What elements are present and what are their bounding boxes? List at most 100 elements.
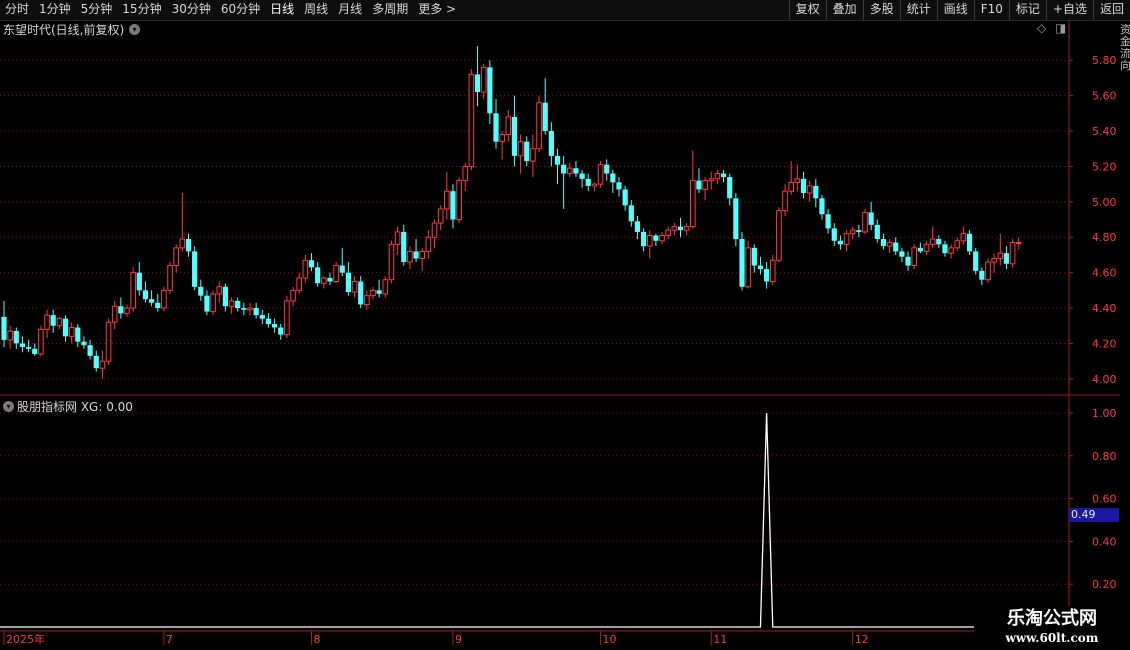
candle: [505, 109, 512, 142]
candle-body-up: [210, 293, 216, 313]
candle-body-up: [769, 259, 776, 282]
candle-body-down: [358, 281, 364, 305]
candle-body-down: [641, 231, 647, 247]
candle: [567, 162, 573, 178]
candle-body-up: [849, 229, 856, 235]
candle-body-down: [622, 189, 628, 206]
candle: [806, 180, 813, 202]
candle-body-down: [62, 318, 69, 337]
candle-body-up: [468, 73, 475, 167]
candle: [192, 246, 198, 291]
candle-body-down: [905, 256, 911, 266]
candle: [87, 339, 93, 360]
candle-body-down: [259, 315, 265, 319]
candle-body-down: [696, 180, 702, 190]
candle: [862, 208, 868, 234]
candle: [745, 240, 751, 289]
candle: [511, 95, 518, 167]
candle-body-down: [733, 198, 739, 240]
candle: [99, 350, 106, 379]
candle-body-up: [1009, 242, 1016, 265]
candle: [265, 313, 272, 328]
candle-body-down: [450, 191, 456, 220]
price-tick-label: 5.40: [1092, 125, 1117, 138]
candle: [966, 230, 973, 255]
candle-body-up: [167, 265, 173, 291]
candle-body-up: [671, 226, 678, 231]
candle: [444, 171, 450, 220]
candle: [991, 253, 997, 273]
candle: [923, 240, 930, 255]
candle: [173, 244, 179, 273]
candle: [210, 290, 216, 316]
candle-body-up: [431, 222, 438, 238]
candle-body-down: [524, 141, 530, 162]
candle-body-down: [315, 267, 321, 284]
candle: [1009, 239, 1016, 268]
candle-body-down: [764, 269, 770, 282]
candle-body-down: [837, 240, 843, 245]
chart-area[interactable]: 5.80 5.60 5.40 5.20 5.00 4.80 4.60 4.40 4.20 4.00…: [0, 0, 1130, 650]
candle-body-up: [690, 180, 696, 228]
price-tick-label: 4.40: [1092, 302, 1117, 315]
candle: [278, 323, 284, 340]
candle-body-down: [376, 290, 382, 294]
candle: [979, 267, 985, 286]
candle: [579, 169, 585, 188]
indicator-tick-label: 0.20: [1092, 578, 1117, 591]
indicator-dropdown-icon[interactable]: ▾: [3, 401, 14, 412]
candle-body-down: [868, 212, 874, 225]
candle: [450, 184, 456, 229]
candle-body-down: [50, 315, 56, 326]
title-dropdown-icon[interactable]: ▾: [129, 24, 140, 35]
candle: [727, 173, 733, 206]
candle: [720, 169, 727, 183]
candle-body-down: [204, 295, 210, 312]
price-tick-label: 5.20: [1092, 160, 1117, 173]
xg-indicator-line: [0, 412, 1068, 628]
panel-toggle-icon[interactable]: ◨: [1055, 21, 1066, 35]
candle: [382, 276, 389, 298]
candle-body-down: [235, 300, 241, 309]
candle: [364, 290, 370, 310]
candle: [493, 99, 499, 149]
candle-body-up: [929, 238, 936, 245]
candle: [554, 148, 561, 185]
candle: [524, 136, 530, 167]
candle: [376, 279, 382, 298]
diamond-icon[interactable]: ◇: [1037, 21, 1046, 35]
candle: [370, 286, 376, 300]
candle-body-down: [474, 74, 481, 93]
candle: [604, 159, 610, 181]
candle: [198, 279, 204, 301]
candle-body-down: [75, 327, 81, 342]
candle-body-up: [407, 250, 413, 263]
candle: [628, 200, 634, 227]
candle-body-up: [38, 328, 44, 355]
candle-body-up: [597, 164, 604, 185]
candle-body-down: [893, 242, 899, 252]
candle: [874, 219, 880, 243]
candle-body-down: [327, 277, 333, 282]
candle-body-up: [794, 178, 801, 183]
candle-body-down: [856, 230, 862, 232]
candle-body-down: [339, 265, 345, 273]
candle-body-down: [628, 205, 634, 222]
right-side-tab[interactable]: 资金流向: [1120, 24, 1130, 394]
candle: [616, 177, 622, 197]
candle: [468, 69, 475, 170]
main-chart-title: 东望时代(日线,前复权): [3, 23, 125, 37]
candle-body-up: [247, 307, 253, 311]
candle-body-down: [966, 233, 973, 252]
candle: [517, 134, 524, 174]
candle-body-down: [720, 173, 727, 178]
candle-body-up: [364, 295, 370, 305]
candle: [622, 185, 628, 211]
candle-body-up: [105, 321, 112, 362]
candle-body-up: [456, 180, 462, 221]
candle: [782, 184, 788, 216]
candle-body-down: [751, 247, 757, 266]
candle: [124, 304, 130, 317]
candle-body-down: [93, 355, 99, 369]
price-tick-label: 4.20: [1092, 337, 1117, 350]
